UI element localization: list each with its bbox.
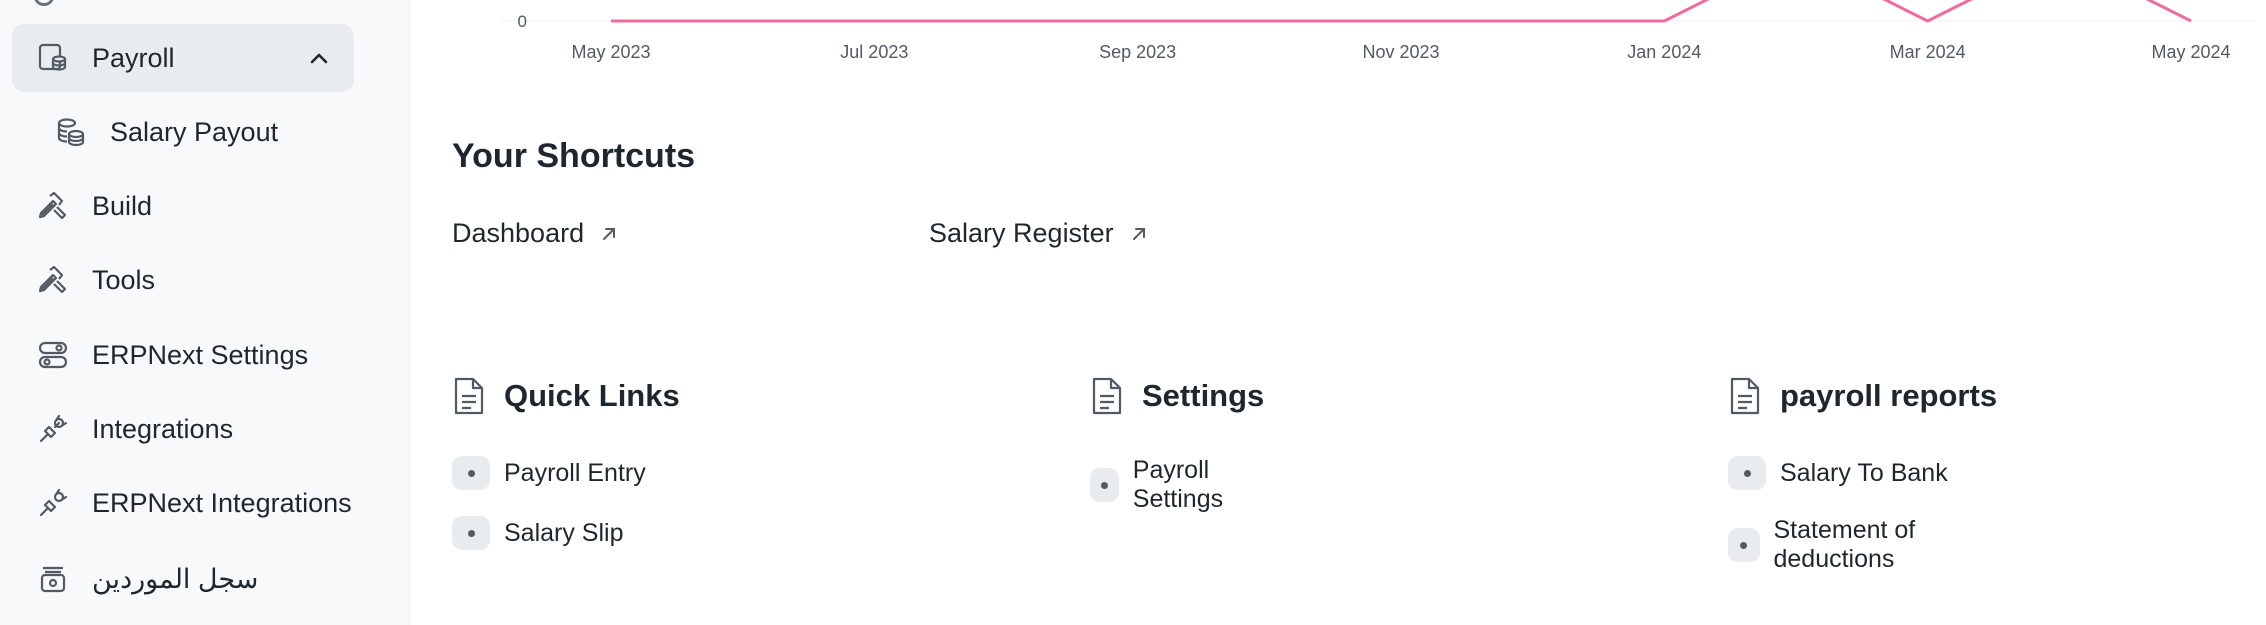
shortcuts-heading: Your Shortcuts xyxy=(452,137,696,175)
y-tick-label: 0 xyxy=(518,12,527,31)
link-label: Salary To Bank xyxy=(1780,458,1948,487)
sidebar-item-supplier-register[interactable]: سجل الموردين xyxy=(12,545,354,613)
tools-icon xyxy=(34,261,72,299)
x-tick-label: Sep 2023 xyxy=(1099,42,1176,62)
link-statement-of-deductions[interactable]: Statement of deductions xyxy=(1728,516,1997,574)
x-tick-label: May 2024 xyxy=(2151,42,2230,62)
partial-icon xyxy=(34,0,54,6)
link-payroll-settings[interactable]: Payroll Settings xyxy=(1090,456,1264,514)
x-tick-label: Jul 2023 xyxy=(840,42,908,62)
sidebar-item-payroll[interactable]: Payroll xyxy=(12,24,354,92)
sidebar-item-build[interactable]: Build xyxy=(12,172,354,240)
sidebar-item-salary-payout[interactable]: Salary Payout xyxy=(12,98,354,166)
main-content: 0 May 2023 Jul 2023 Sep 2023 Nov 2023 Jan 202… xyxy=(411,0,2266,625)
x-tick-label: Nov 2023 xyxy=(1362,42,1439,62)
sidebar-item-tools[interactable]: Tools xyxy=(12,246,354,314)
x-tick-label: Mar 2024 xyxy=(1890,42,1966,62)
card-title: Settings xyxy=(1142,378,1265,413)
sidebar-item-label: Build xyxy=(92,190,153,221)
document-icon xyxy=(1092,377,1122,415)
document-icon xyxy=(454,377,484,415)
sidebar: Payroll Salary Payout Build Tools ERPNex… xyxy=(0,0,410,625)
link-label: Salary Slip xyxy=(504,518,624,547)
card-settings: Settings Payroll Settings xyxy=(1090,374,1265,513)
card-quick-links: Quick Links Payroll Entry Salary Slip xyxy=(452,374,680,550)
sidebar-item-label: ERPNext Settings xyxy=(92,339,309,370)
shortcut-label: Salary Register xyxy=(929,218,1114,248)
shortcut-label: Dashboard xyxy=(452,218,585,248)
link-salary-to-bank[interactable]: Salary To Bank xyxy=(1728,456,1948,490)
link-salary-slip[interactable]: Salary Slip xyxy=(452,516,624,550)
sidebar-item-label: Integrations xyxy=(92,413,234,444)
card-title: Quick Links xyxy=(504,378,680,413)
plug-icon xyxy=(34,410,72,448)
shortcut-salary-register[interactable]: Salary Register xyxy=(929,218,1150,249)
safe-icon xyxy=(34,560,72,598)
bullet-icon xyxy=(1728,456,1766,490)
bullet-icon xyxy=(452,516,490,550)
plug-icon xyxy=(34,484,72,522)
bullet-icon xyxy=(452,456,490,490)
sidebar-item-label: Tools xyxy=(92,264,156,295)
sidebar-item-erpnext-settings[interactable]: ERPNext Settings xyxy=(12,321,354,389)
line-chart: 0 May 2023 Jul 2023 Sep 2023 Nov 2023 Jan 202… xyxy=(501,0,2256,62)
document-icon xyxy=(1730,377,1760,415)
payroll-icon xyxy=(34,39,72,77)
sidebar-item-integrations[interactable]: Integrations xyxy=(12,395,354,463)
sidebar-item-label: سجل الموردين xyxy=(92,563,259,594)
x-tick-label: Jan 2024 xyxy=(1627,42,1701,62)
chevron-up-icon[interactable] xyxy=(306,46,332,72)
tools-icon xyxy=(34,187,72,225)
arrow-up-right-icon xyxy=(1132,227,1145,240)
link-label: Payroll Settings xyxy=(1132,456,1224,513)
sidebar-item-erpnext-integrations[interactable]: ERPNext Integrations xyxy=(12,469,354,537)
x-tick-label: May 2023 xyxy=(571,42,650,62)
series-line xyxy=(611,0,2192,23)
link-payroll-entry[interactable]: Payroll Entry xyxy=(452,456,646,490)
toggle-settings-icon xyxy=(34,336,72,374)
sidebar-item-label: ERPNext Integrations xyxy=(92,487,352,518)
card-payroll-reports: payroll reports Salary To Bank Statement… xyxy=(1728,374,1998,573)
coins-icon xyxy=(52,113,90,151)
arrow-up-right-icon xyxy=(603,227,616,240)
link-label: Payroll Entry xyxy=(504,458,646,487)
bullet-icon xyxy=(1728,528,1760,562)
sidebar-item-label: Payroll xyxy=(92,42,175,73)
card-title: payroll reports xyxy=(1780,378,1998,413)
bullet-icon xyxy=(1090,468,1119,502)
sidebar-item-label: Salary Payout xyxy=(110,116,279,147)
link-label: Statement of deductions xyxy=(1773,516,1916,573)
shortcut-dashboard[interactable]: Dashboard xyxy=(452,218,620,249)
